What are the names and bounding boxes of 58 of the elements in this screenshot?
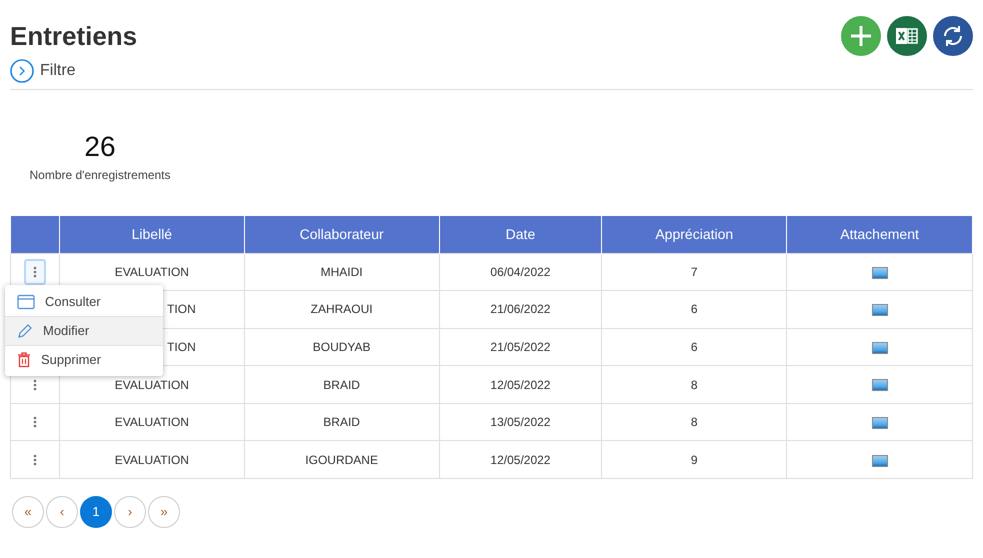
column-header: Appréciation (602, 216, 787, 253)
page-button[interactable]: › (114, 496, 146, 528)
column-header: Date (439, 216, 602, 253)
plus-icon (850, 25, 872, 47)
table-cell: 06/04/2022 (439, 253, 602, 291)
table-cell: 13/05/2022 (439, 403, 602, 441)
page-button[interactable]: 1 (80, 496, 112, 528)
excel-export-button[interactable] (887, 16, 927, 56)
kebab-icon (32, 266, 37, 278)
attachment-image-icon[interactable] (872, 342, 888, 354)
filter-toggle[interactable]: Filtre (10, 59, 76, 83)
table-cell: 12/05/2022 (439, 440, 602, 479)
column-header: Libellé (59, 216, 244, 253)
refresh-button[interactable] (933, 16, 973, 56)
table-cell: BRAID (244, 366, 440, 404)
table-cell: 21/06/2022 (439, 290, 602, 328)
table-cell: 21/05/2022 (439, 328, 602, 366)
chevron-circle-icon (10, 59, 34, 83)
column-header: Collaborateur (244, 216, 440, 253)
table-cell: 6 (602, 328, 787, 366)
page-button[interactable]: ‹ (46, 496, 78, 528)
table-cell: 8 (602, 366, 787, 404)
table-cell: EVALUATION (59, 440, 244, 479)
attachment-image-icon[interactable] (872, 379, 888, 392)
record-count: 26 (84, 130, 116, 164)
menu-item[interactable]: Modifier (5, 316, 163, 345)
page-button[interactable]: » (148, 496, 180, 528)
kebab-icon (32, 454, 37, 466)
table-cell: 12/05/2022 (439, 366, 602, 404)
table-cell: MHAIDI (244, 253, 440, 291)
menu-item[interactable]: Consulter (5, 287, 163, 316)
table-cell: 8 (602, 403, 787, 441)
attachment-image-icon[interactable] (872, 454, 888, 467)
page-title: Entretiens (10, 20, 138, 53)
attachment-image-icon[interactable] (872, 417, 888, 429)
kebab-icon (32, 416, 37, 428)
attachment-image-icon[interactable] (872, 266, 888, 279)
pencil-icon (17, 323, 33, 339)
trash-icon (17, 352, 31, 368)
table-cell: 7 (602, 253, 787, 291)
table-cell: BRAID (244, 403, 440, 441)
row-menu-button[interactable] (24, 258, 46, 285)
table-cell: ZAHRAOUI (244, 290, 440, 328)
table-cell: 9 (602, 440, 787, 479)
column-header: Attachement (786, 216, 972, 253)
record-count-label: Nombre d'enregistrements (29, 167, 171, 184)
kebab-icon (32, 378, 37, 391)
menu-item[interactable]: Supprimer (5, 345, 163, 374)
table-cell: 6 (602, 290, 787, 328)
refresh-icon (941, 24, 965, 48)
page-button[interactable]: « (12, 496, 44, 528)
spreadsheet-icon (896, 26, 918, 46)
table-cell: IGOURDANE (244, 440, 440, 479)
add-button[interactable] (841, 16, 881, 56)
table-cell: EVALUATION (59, 403, 244, 441)
table-cell: BOUDYAB (244, 328, 440, 366)
window-icon (17, 294, 35, 310)
attachment-image-icon[interactable] (872, 304, 888, 316)
